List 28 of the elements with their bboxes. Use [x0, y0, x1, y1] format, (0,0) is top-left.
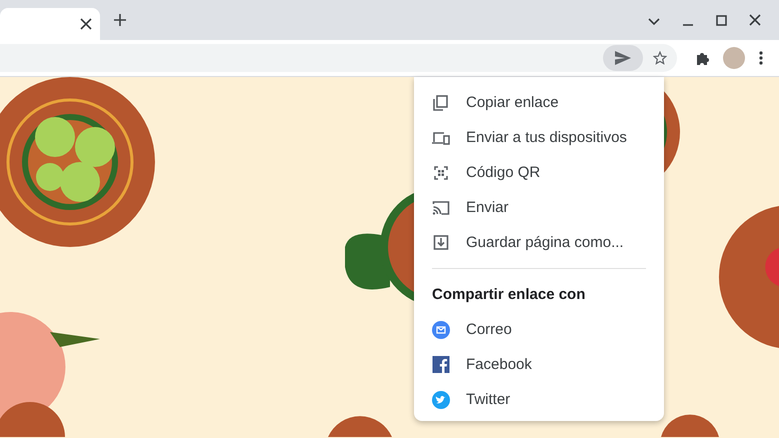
download-icon	[432, 235, 450, 250]
plate-drawing	[661, 414, 719, 437]
chevron-down-icon[interactable]	[648, 18, 660, 26]
more-options-icon[interactable]	[759, 51, 763, 65]
new-tab-icon[interactable]	[114, 14, 126, 26]
plate-drawing	[0, 402, 65, 437]
cast-icon	[432, 200, 450, 214]
menu-item[interactable]: Copiar enlace	[414, 85, 664, 120]
menu-item[interactable]: Correo	[414, 312, 664, 347]
menu-item[interactable]: Código QR	[414, 155, 664, 190]
plate-drawing	[328, 416, 392, 437]
menu-item[interactable]: Guardar página como...	[414, 225, 664, 260]
puzzle-piece-icon[interactable]	[695, 50, 711, 66]
close-icon[interactable]	[749, 14, 761, 26]
copy-icon	[432, 94, 450, 110]
close-icon[interactable]	[80, 18, 92, 30]
menu-item[interactable]: Facebook	[414, 347, 664, 382]
star-icon[interactable]	[653, 51, 667, 65]
tomato-drawing	[765, 248, 779, 286]
devices-icon	[432, 130, 450, 144]
menu-heading: Compartir enlace con	[431, 285, 586, 305]
qr-code-icon	[432, 166, 450, 180]
menu-item[interactable]: Enviar a tus dispositivos	[414, 120, 664, 155]
menu-item[interactable]: Twitter	[414, 382, 664, 417]
send-icon	[615, 51, 631, 65]
share-button[interactable]	[603, 45, 643, 71]
menu-item[interactable]: Enviar	[414, 190, 664, 225]
maximize-icon[interactable]	[716, 15, 727, 26]
